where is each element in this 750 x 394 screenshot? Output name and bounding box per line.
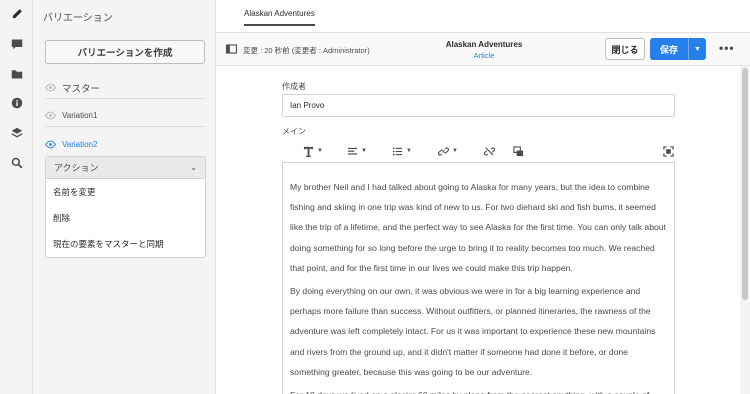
chevron-down-icon: ▼ <box>452 148 458 154</box>
unlink-icon <box>484 146 495 156</box>
chevron-down-icon: ▼ <box>406 148 412 154</box>
variation-item-master[interactable]: マスター <box>45 77 205 99</box>
close-button[interactable]: 閉じる <box>605 38 645 60</box>
action-delete[interactable]: 削除 <box>46 205 205 231</box>
rich-text-toolbar: ▼ ▼ ▼ ▼ <box>282 141 675 161</box>
edit-icon[interactable] <box>9 6 25 22</box>
variation-item-variation2[interactable]: Variation2 <box>45 133 205 155</box>
panel-title: バリエーション <box>43 13 113 24</box>
tab-alaskan-adventures[interactable]: Alaskan Adventures <box>244 9 315 26</box>
link-icon <box>438 146 449 156</box>
search-references-icon[interactable] <box>9 155 25 171</box>
chevron-down-icon: ▼ <box>361 148 367 154</box>
chevron-down-icon: ⌄ <box>190 163 197 172</box>
variation-label: Variation2 <box>62 139 98 149</box>
unlink-button[interactable] <box>484 144 495 158</box>
variation-label: マスター <box>62 83 101 95</box>
actions-dropdown-header[interactable]: アクション ⌄ <box>46 157 205 179</box>
chevron-down-icon: ▼ <box>317 148 323 154</box>
paragraph: For 18 days we lived on a glacier 60 mil… <box>290 385 666 394</box>
eye-icon[interactable] <box>45 139 56 150</box>
actions-label: アクション <box>54 163 99 173</box>
eye-icon[interactable] <box>45 110 56 121</box>
actions-dropdown: アクション ⌄ 名前を変更 削除 現在の要素をマスターと同期 <box>45 156 206 258</box>
folder-icon[interactable] <box>9 66 25 82</box>
comment-icon[interactable] <box>9 36 25 52</box>
save-button-group: 保存 ▼ <box>650 38 706 60</box>
text-format-icon <box>303 146 314 157</box>
fullscreen-button[interactable] <box>663 144 674 158</box>
document-title: Alaskan Adventures <box>445 40 523 49</box>
tool-rail <box>0 0 33 394</box>
content-scrollbar[interactable] <box>740 66 750 394</box>
action-sync-with-master[interactable]: 現在の要素をマスターと同期 <box>46 231 205 257</box>
asset-icon <box>513 145 524 156</box>
insert-asset-button[interactable] <box>513 144 524 158</box>
chevron-down-icon[interactable]: ▼ <box>689 46 706 53</box>
more-options-icon[interactable]: ••• <box>719 42 734 54</box>
main-rich-text-editor[interactable]: My brother Neil and I had talked about g… <box>282 162 675 394</box>
link-button[interactable]: ▼ <box>438 144 458 158</box>
scrollbar-thumb[interactable] <box>742 68 748 300</box>
eye-icon[interactable] <box>45 82 56 93</box>
variation-label: Variation1 <box>62 111 98 120</box>
content-model-link[interactable]: Article <box>436 51 532 60</box>
list-button[interactable]: ▼ <box>392 144 412 158</box>
editor-content: 作成者 Ian Provo メイン ▼ ▼ ▼ ▼ My brother Nei… <box>216 66 740 394</box>
variation-item-variation1[interactable]: Variation1 <box>45 105 205 127</box>
last-modified-text: 変更 : 20 秒前 (変更者 : Administrator) <box>243 46 370 55</box>
list-icon <box>392 146 403 156</box>
editor-toolbar: 変更 : 20 秒前 (変更者 : Administrator) Alaskan… <box>216 33 750 66</box>
paragraph: My brother Neil and I had talked about g… <box>290 182 666 273</box>
action-rename[interactable]: 名前を変更 <box>46 179 205 205</box>
document-tabs: Alaskan Adventures <box>216 0 750 33</box>
align-button[interactable]: ▼ <box>347 144 367 158</box>
main-label: メイン <box>282 127 306 136</box>
fullscreen-icon <box>663 145 674 157</box>
text-format-button[interactable]: ▼ <box>303 144 323 158</box>
author-field[interactable]: Ian Provo <box>282 94 675 117</box>
info-icon[interactable] <box>9 95 25 111</box>
save-button[interactable]: 保存 <box>650 43 688 56</box>
align-left-icon <box>347 147 358 155</box>
author-label: 作成者 <box>282 82 306 91</box>
create-variation-button[interactable]: バリエーションを作成 <box>45 40 205 64</box>
paragraph: By doing everything on our own, it was o… <box>290 286 656 377</box>
layers-icon[interactable] <box>9 125 25 141</box>
sidebar-toggle-icon[interactable] <box>226 44 238 54</box>
variations-panel: バリエーション バリエーションを作成 マスター Variation1 Varia… <box>33 0 216 394</box>
